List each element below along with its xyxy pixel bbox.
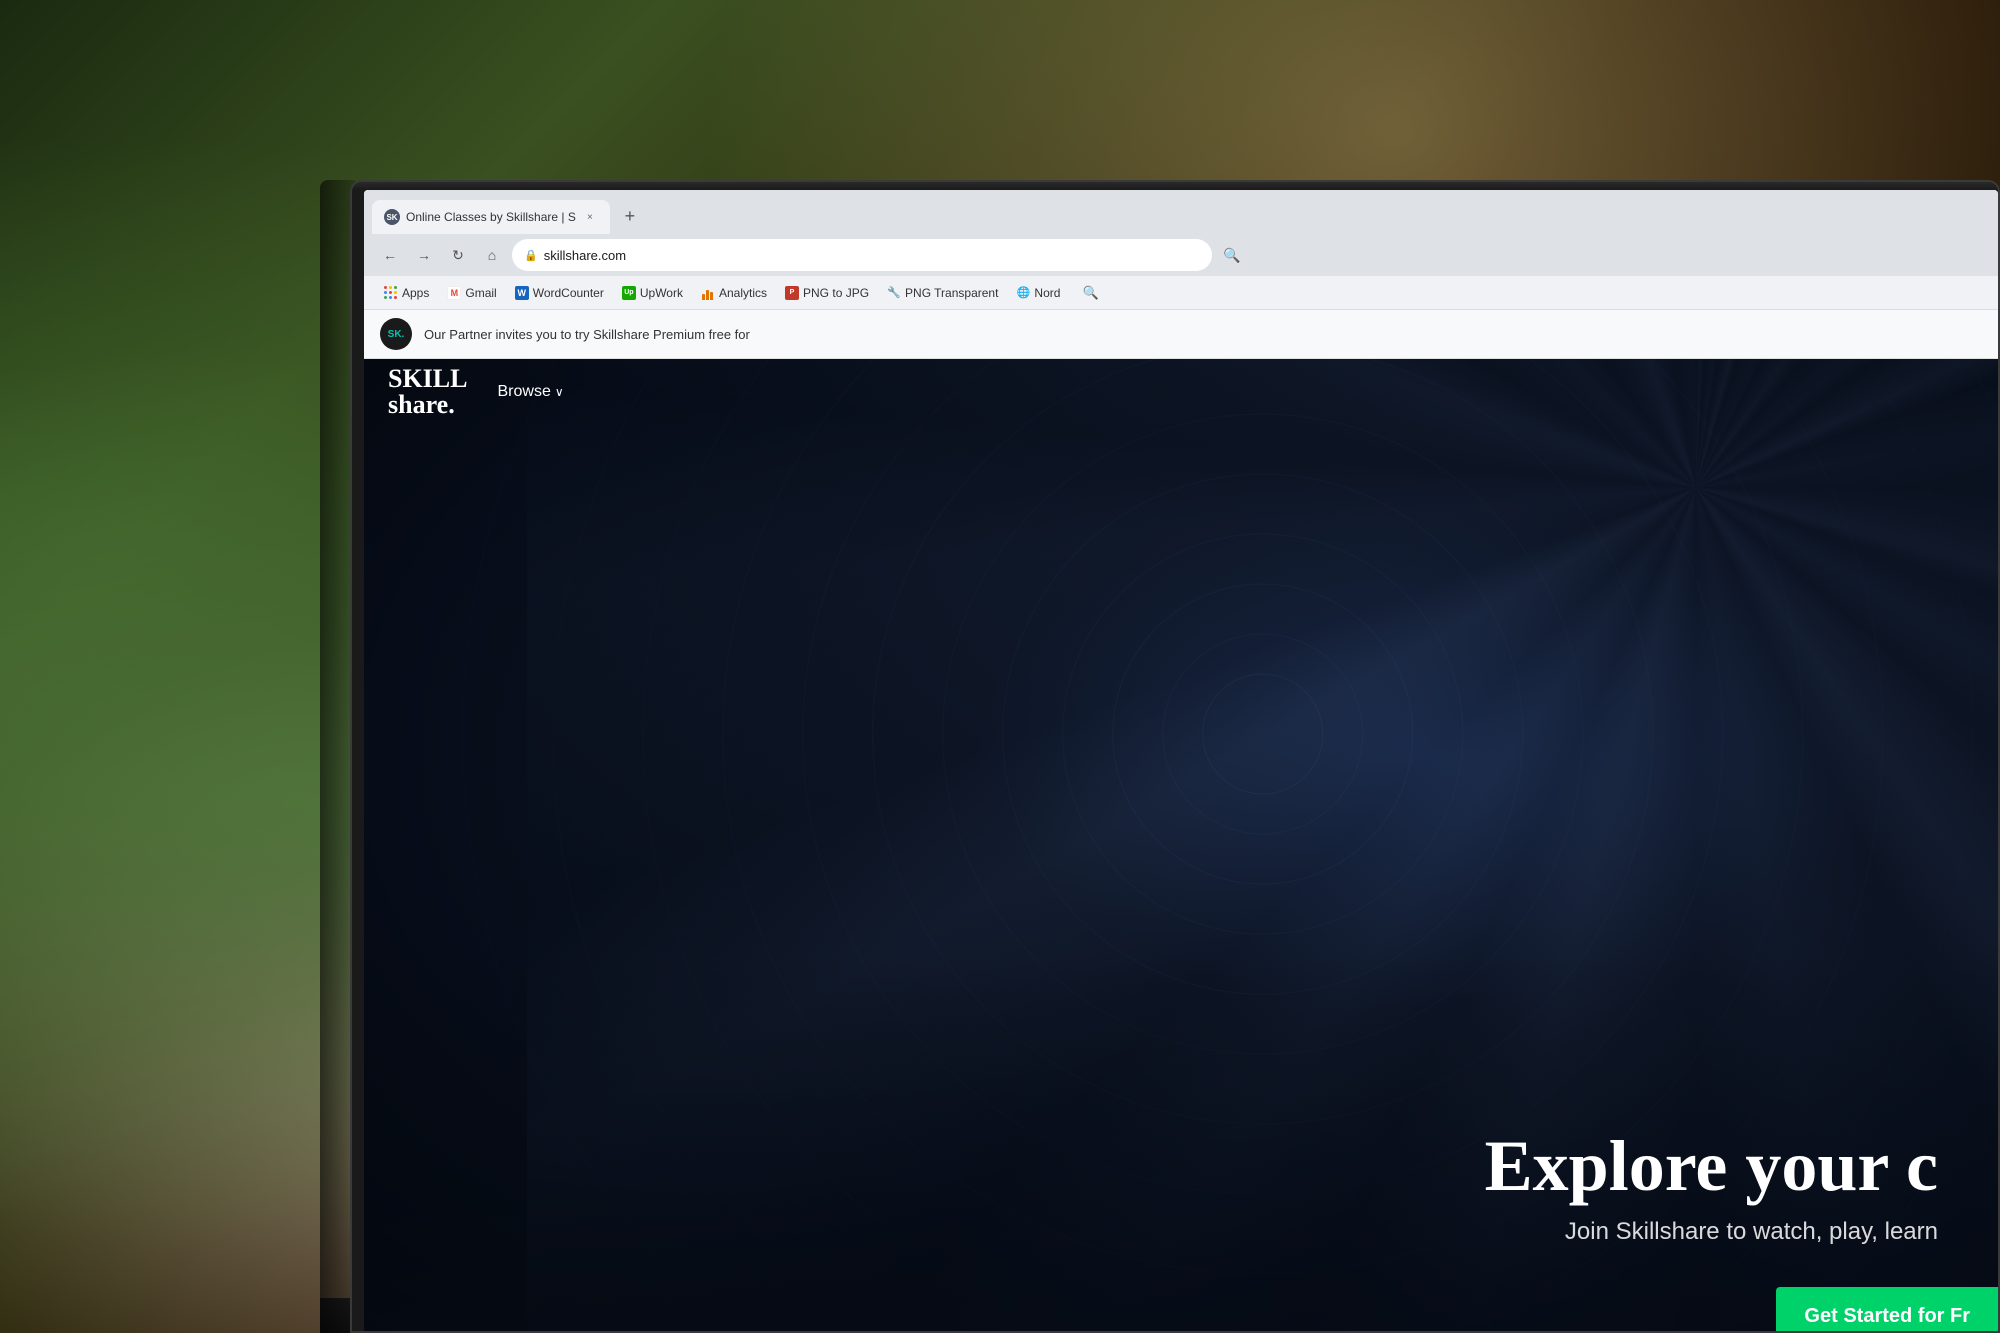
gmail-favicon: M (447, 286, 461, 300)
bookmark-nord-label: Nord (1034, 286, 1060, 300)
forward-button[interactable]: → (410, 241, 438, 269)
search-icon: 🔍 (1082, 285, 1098, 301)
png-transparent-favicon: 🔧 (887, 286, 901, 300)
hero-content: Explore your c Join Skillshare to watch,… (1485, 1127, 1938, 1246)
laptop-top-bar (352, 182, 1998, 190)
bookmark-apps[interactable]: Apps (376, 282, 437, 304)
back-button[interactable]: ← (376, 241, 404, 269)
hero-title: Explore your c (1485, 1127, 1938, 1206)
upwork-favicon: Up (622, 286, 636, 300)
browse-chevron-icon: ∨ (555, 385, 564, 399)
browse-label: Browse (498, 383, 551, 401)
address-bar[interactable]: 🔒 skillshare.com (512, 239, 1212, 271)
screen-bezel: SK Online Classes by Skillshare | S × + … (364, 190, 1998, 1331)
tab-close-button[interactable]: × (582, 209, 598, 225)
tab-title: Online Classes by Skillshare | S (406, 210, 576, 224)
bookmark-search[interactable]: 🔍 (1074, 281, 1106, 305)
tab-bar: SK Online Classes by Skillshare | S × + (364, 190, 1998, 234)
png-to-jpg-favicon: P (785, 286, 799, 300)
reload-button[interactable]: ↻ (444, 241, 472, 269)
browser-tab-active[interactable]: SK Online Classes by Skillshare | S × (372, 200, 610, 234)
bookmark-png-transparent[interactable]: 🔧 PNG Transparent (879, 282, 1006, 304)
nord-favicon: 🌐 (1016, 286, 1030, 300)
notification-bar: SK. Our Partner invites you to try Skill… (364, 310, 1998, 359)
new-tab-button[interactable]: + (616, 202, 644, 230)
bookmark-png-to-jpg-label: PNG to JPG (803, 286, 869, 300)
url-text: skillshare.com (544, 248, 626, 263)
browser-search-button[interactable]: 🔍 (1218, 241, 1246, 269)
bookmark-nord[interactable]: 🌐 Nord (1008, 282, 1068, 304)
bookmark-gmail-label: Gmail (465, 286, 496, 300)
address-bar-row: ← → ↻ ⌂ 🔒 skillshare.com 🔍 (364, 234, 1998, 276)
bookmark-gmail[interactable]: M Gmail (439, 282, 504, 304)
bookmark-apps-label: Apps (402, 286, 429, 300)
tab-favicon: SK (384, 209, 400, 225)
laptop-frame: SK Online Classes by Skillshare | S × + … (350, 180, 2000, 1333)
bookmark-upwork[interactable]: Up UpWork (614, 282, 691, 304)
bookmark-wordcounter[interactable]: W WordCounter (507, 282, 612, 304)
cta-button[interactable]: Get Started for Fr (1776, 1287, 1998, 1331)
apps-favicon (384, 286, 398, 300)
skillshare-nav: SKILL share. Browse ∨ (364, 359, 1998, 424)
bookmark-upwork-label: UpWork (640, 286, 683, 300)
browse-button[interactable]: Browse ∨ (498, 383, 564, 401)
website-content: SKILL share. Browse ∨ Explore your c Joi… (364, 359, 1998, 1331)
home-button[interactable]: ⌂ (478, 241, 506, 269)
bookmark-png-transparent-label: PNG Transparent (905, 286, 998, 300)
wordcounter-favicon: W (515, 286, 529, 300)
notification-text: Our Partner invites you to try Skillshar… (424, 327, 750, 342)
bookmark-wordcounter-label: WordCounter (533, 286, 604, 300)
bookmark-analytics-label: Analytics (719, 286, 767, 300)
bookmark-png-to-jpg[interactable]: P PNG to JPG (777, 282, 877, 304)
bookmark-analytics[interactable]: Analytics (693, 282, 775, 304)
hero-subtitle: Join Skillshare to watch, play, learn (1485, 1218, 1938, 1246)
skillshare-small-logo: SK. (380, 318, 412, 350)
lock-icon: 🔒 (524, 249, 538, 262)
browser-chrome: SK Online Classes by Skillshare | S × + … (364, 190, 1998, 359)
analytics-favicon (701, 286, 715, 300)
bookmarks-bar: Apps M Gmail W WordCounter Up UpWork (364, 276, 1998, 310)
skillshare-logo: SKILL share. (388, 366, 468, 418)
